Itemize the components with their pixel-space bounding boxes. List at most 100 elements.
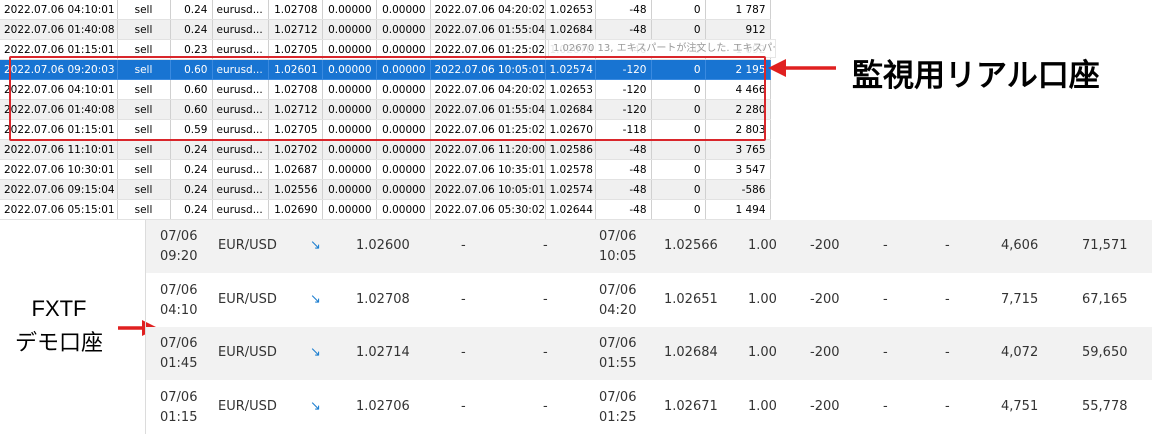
table-row[interactable]: 2022.07.06 11:10:01 sell 0.24 eurusd... 1.02… [0, 139, 771, 160]
cell-commission: -48 [595, 159, 652, 180]
cell-profit: 7,715 [1001, 291, 1039, 307]
cell-balance: 67,165 [1082, 291, 1128, 307]
cell-open-price: 1.02706 [356, 398, 410, 414]
cell-dash2: - [543, 398, 548, 414]
table-row[interactable]: 2022.07.06 04:10:01 sell 0.24 eurusd... 1.02… [0, 0, 771, 20]
cell-commission: -48 [595, 139, 652, 160]
cell-type: sell [117, 199, 171, 220]
cell-tp: 0.00000 [376, 159, 431, 180]
cell-open-time: 2022.07.06 09:15:04 [0, 179, 118, 200]
cell-volume: 0.24 [170, 139, 213, 160]
cell-open-price: 1.02708 [268, 0, 323, 20]
arrow-right-to-real-icon [768, 59, 836, 77]
cell-lots: 1.00 [748, 398, 777, 414]
cell-dash3: - [883, 291, 888, 307]
cell-symbol: eurusd... [212, 179, 269, 200]
cell-symbol: eurusd... [212, 0, 269, 20]
list-item[interactable]: 07/06 01:15 EUR/USD ↘ 1.02706 - - 07/06 01:25 1.0… [146, 381, 1152, 434]
cell-open-price: 1.02556 [268, 179, 323, 200]
cell-balance: 55,778 [1082, 398, 1128, 414]
cell-close-price: 1.02653 [545, 0, 596, 20]
cell-close-date: 07/06 [599, 229, 637, 244]
cell-profit: 1 787 [705, 0, 771, 20]
cell-lots: 1.00 [748, 345, 777, 360]
cell-open-date: 07/06 [160, 336, 198, 351]
cell-commission: -48 [595, 179, 652, 200]
cell-profit: -586 [705, 179, 771, 200]
cell-swap: 0 [651, 0, 706, 20]
list-item[interactable]: 07/06 04:10 EUR/USD ↘ 1.02708 - - 07/06 04:20 1.0… [146, 274, 1152, 327]
table-row[interactable]: 2022.07.06 01:40:08 sell 0.24 eurusd... 1.02… [0, 19, 771, 40]
cell-dash1: - [461, 291, 466, 307]
cell-profit: 4,606 [1001, 238, 1039, 253]
cell-close-time: 04:20 [599, 302, 637, 318]
demo-account-label: FXTF デモ口座 [0, 292, 118, 360]
cell-dash1: - [461, 398, 466, 414]
cell-swap: -200 [810, 291, 840, 307]
cell-type: sell [117, 139, 171, 160]
cell-volume: 0.24 [170, 159, 213, 180]
cell-close-price: 1.02684 [664, 345, 718, 360]
trend-down-icon: ↘ [310, 291, 321, 307]
cell-open-time: 2022.07.06 01:40:08 [0, 19, 118, 40]
cell-pair: EUR/USD [218, 238, 277, 253]
list-item[interactable]: 07/06 09:20 EUR/USD ↘ 1.02600 - - 07/06 10:05 1.0… [146, 220, 1152, 273]
cell-profit: 912 [705, 19, 771, 40]
cell-open-time: 2022.07.06 05:15:01 [0, 199, 118, 220]
cell-tp: 0.00000 [376, 19, 431, 40]
cell-open-price: 1.02714 [356, 345, 410, 360]
fxtf-history-panel: 07/06 09:20 EUR/USD ↘ 1.02600 - - 07/06 10:05 1.0… [145, 220, 1152, 434]
cell-open-time: 2022.07.06 10:30:01 [0, 159, 118, 180]
cell-dash4: - [945, 345, 950, 360]
trend-down-icon: ↘ [310, 345, 321, 360]
cell-dash1: - [461, 238, 466, 253]
cell-close-time: 2022.07.06 05:30:02 [430, 199, 546, 220]
cell-open-time: 2022.07.06 04:10:01 [0, 0, 118, 20]
cell-commission: -48 [595, 0, 652, 20]
cell-close-price: 1.02574 [545, 179, 596, 200]
cell-symbol: eurusd... [212, 139, 269, 160]
cell-open-time: 01:15 [160, 409, 198, 425]
cell-volume: 0.24 [170, 19, 213, 40]
cell-tp: 0.00000 [376, 0, 431, 20]
cell-dash2: - [543, 238, 548, 253]
cell-dash4: - [945, 398, 950, 414]
cell-tp: 0.00000 [376, 179, 431, 200]
demo-account-label-line1: FXTF [31, 296, 87, 321]
cell-close-time: 2022.07.06 11:20:00 [430, 139, 546, 160]
cell-dash3: - [883, 238, 888, 253]
cell-profit: 4,751 [1001, 398, 1039, 414]
cell-sl: 0.00000 [322, 199, 377, 220]
cell-symbol: eurusd... [212, 19, 269, 40]
cell-open-date: 07/06 [160, 282, 198, 298]
cell-swap: 0 [651, 159, 706, 180]
table-row[interactable]: 2022.07.06 05:15:01 sell 0.24 eurusd... 1.02… [0, 199, 771, 220]
cell-profit: 3 765 [705, 139, 771, 160]
cell-swap: -200 [810, 238, 840, 253]
cell-open-date: 07/06 [160, 229, 198, 244]
cell-open-price: 1.02600 [356, 238, 410, 253]
cell-swap: 0 [651, 139, 706, 160]
trend-down-icon: ↘ [310, 398, 321, 414]
cell-sl: 0.00000 [322, 139, 377, 160]
cell-dash4: - [945, 238, 950, 253]
cell-dash1: - [461, 345, 466, 360]
cell-profit: 3 547 [705, 159, 771, 180]
cell-profit: 4,072 [1001, 345, 1039, 360]
cell-open-price: 1.02687 [268, 159, 323, 180]
cell-swap: 0 [651, 19, 706, 40]
highlight-box [9, 56, 766, 141]
cell-open-time: 2022.07.06 11:10:01 [0, 139, 118, 160]
cell-sl: 0.00000 [322, 159, 377, 180]
cell-commission: -48 [595, 19, 652, 40]
cell-close-price: 1.02586 [545, 139, 596, 160]
cell-volume: 0.24 [170, 0, 213, 20]
list-item[interactable]: 07/06 01:45 EUR/USD ↘ 1.02714 - - 07/06 01:55 1.0… [146, 327, 1152, 380]
cell-type: sell [117, 179, 171, 200]
cell-pair: EUR/USD [218, 291, 277, 307]
table-row[interactable]: 2022.07.06 10:30:01 sell 0.24 eurusd... 1.02… [0, 159, 771, 180]
cell-dash3: - [883, 398, 888, 414]
cell-type: sell [117, 0, 171, 20]
table-row[interactable]: 2022.07.06 09:15:04 sell 0.24 eurusd... 1.02… [0, 179, 771, 200]
cell-type: sell [117, 19, 171, 40]
